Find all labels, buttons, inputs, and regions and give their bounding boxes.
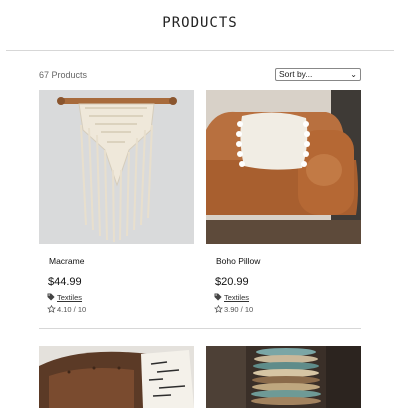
product-image[interactable]: [39, 90, 194, 244]
tags-icon: [214, 293, 222, 301]
product-image[interactable]: [206, 90, 361, 244]
sort-select[interactable]: Sort by... ⌄: [275, 68, 361, 81]
catalog-toolbar: 67 Products Sort by... ⌄: [39, 68, 361, 84]
product-image[interactable]: [39, 346, 194, 408]
product-card[interactable]: Macrame $44.99 Textiles 4.10 / 10: [39, 90, 194, 320]
star-icon: [214, 305, 223, 313]
product-card[interactable]: [39, 346, 194, 408]
product-rating: 4.10 / 10: [47, 305, 86, 314]
product-name[interactable]: Macrame: [49, 256, 84, 266]
product-count: 67 Products: [39, 70, 88, 80]
product-rating-value: 4.10 / 10: [57, 305, 87, 314]
product-rating: 3.90 / 10: [214, 305, 253, 314]
product-price: $20.99: [215, 276, 249, 288]
product-tag: Textiles: [214, 293, 249, 302]
page-header: PRODUCTS: [0, 0, 400, 51]
star-icon: [47, 305, 56, 313]
tags-icon: [47, 293, 55, 301]
product-tag: Textiles: [47, 293, 82, 302]
product-price: $44.99: [48, 276, 82, 288]
page-title: PRODUCTS: [162, 15, 238, 31]
product-image[interactable]: [206, 346, 361, 408]
product-name[interactable]: Boho Pillow: [216, 256, 260, 266]
product-rating-value: 3.90 / 10: [224, 305, 254, 314]
product-tag-link[interactable]: Textiles: [224, 293, 249, 302]
header-divider: [6, 50, 394, 51]
sort-select-value: Sort by...: [279, 69, 313, 79]
chevron-down-icon: ⌄: [350, 70, 357, 79]
row-divider: [39, 328, 361, 329]
product-tag-link[interactable]: Textiles: [57, 293, 82, 302]
product-card[interactable]: [206, 346, 361, 408]
product-card[interactable]: Boho Pillow $20.99 Textiles 3.90 / 10: [206, 90, 361, 320]
